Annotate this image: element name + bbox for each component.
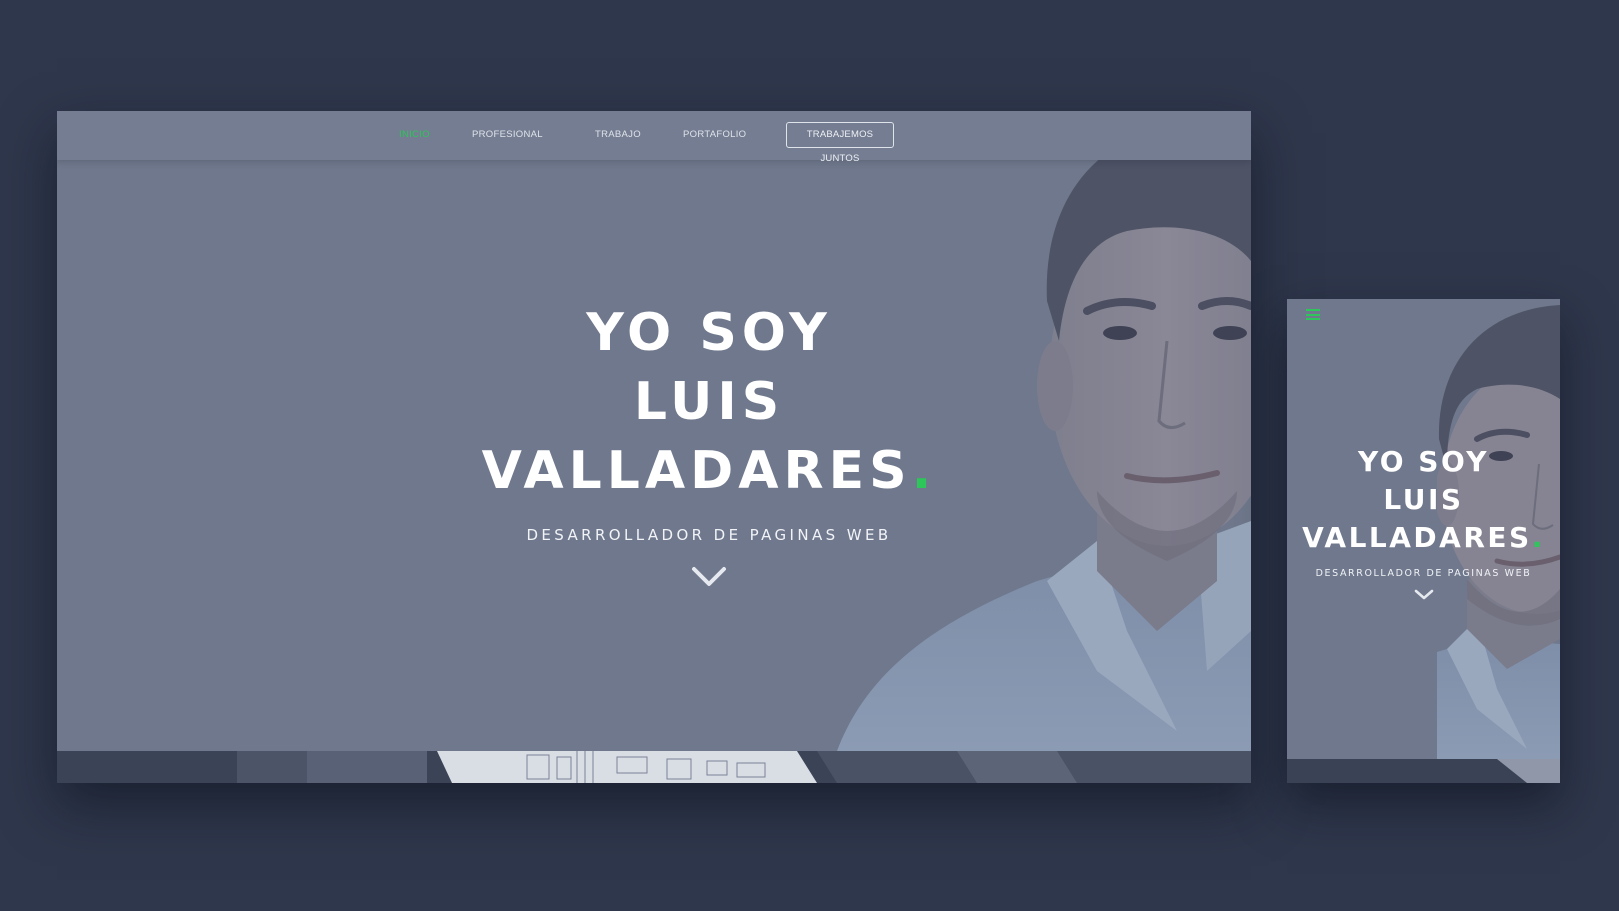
hero-name: VALLADARES [1302, 521, 1532, 554]
hamburger-bar [1306, 309, 1320, 311]
hero-heading: YO SOY LUIS VALLADARES. DESARROLLADOR DE… [399, 299, 1019, 588]
hero-name: VALLADARES [481, 441, 912, 501]
hero-line-3: VALLADARES. [399, 437, 1019, 506]
hamburger-bar [1306, 318, 1320, 320]
hero-line-3: VALLADARES. [1287, 519, 1560, 557]
hero-line-1: YO SOY [586, 303, 832, 363]
top-navigation: INICIO PROFESIONAL TRABAJO PORTAFOLIO TR… [57, 111, 1251, 164]
hero-line-2: LUIS [633, 372, 785, 432]
desktop-preview: INICIO PROFESIONAL TRABAJO PORTAFOLIO TR… [57, 111, 1251, 783]
work-together-button[interactable]: TRABAJEMOS JUNTOS [786, 122, 894, 164]
hamburger-icon[interactable] [1306, 309, 1320, 320]
nav-item-portafolio[interactable]: PORTAFOLIO [683, 129, 746, 140]
nav-item-trabajo[interactable]: TRABAJO [595, 129, 641, 140]
nav-item-profesional[interactable]: PROFESIONAL [472, 129, 543, 140]
chevron-down-icon[interactable] [1414, 589, 1434, 601]
next-section-preview [1287, 759, 1560, 783]
accent-dot: . [1531, 521, 1545, 554]
hero-line-1: YO SOY [1357, 445, 1490, 478]
chevron-down-icon[interactable] [691, 566, 727, 588]
next-section-preview [57, 751, 1251, 783]
accent-dot: . [911, 441, 937, 501]
mobile-preview: YO SOY LUIS VALLADARES. DESARROLLADOR DE… [1287, 299, 1560, 783]
hero-subtitle: DESARROLLADOR DE PAGINAS WEB [1315, 568, 1532, 579]
mockup-stage: INICIO PROFESIONAL TRABAJO PORTAFOLIO TR… [0, 0, 1619, 911]
hero-subtitle: DESARROLLADOR DE PAGINAS WEB [526, 526, 892, 544]
nav-item-inicio[interactable]: INICIO [399, 129, 430, 140]
hamburger-bar [1306, 313, 1320, 316]
mobile-hero-heading: YO SOY LUIS VALLADARES. DESARROLLADOR DE… [1287, 443, 1560, 601]
hero-line-2: LUIS [1383, 483, 1464, 516]
